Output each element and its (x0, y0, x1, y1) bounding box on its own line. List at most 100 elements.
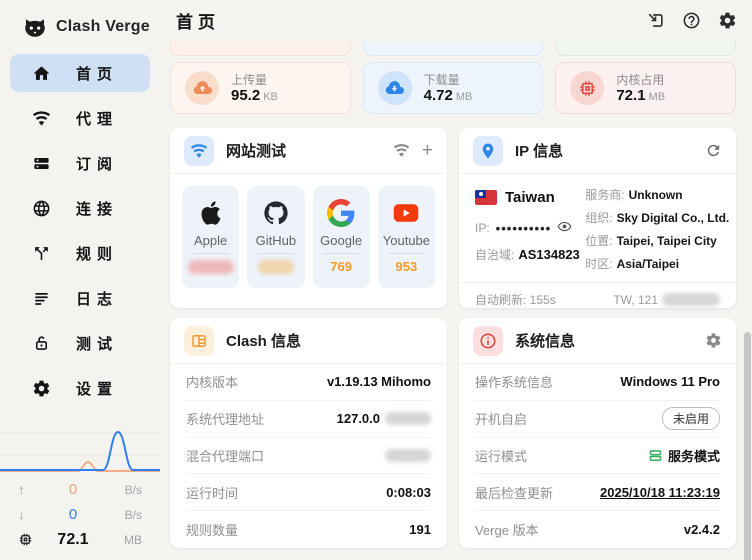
redacted-coords (662, 293, 720, 306)
sidebar-item-settings[interactable]: 设置 (10, 369, 150, 407)
clash-info-rows: 内核版本 v1.19.13 Mihomo 系统代理地址 127.0.0 混合代理… (170, 364, 447, 547)
service-mode-icon (648, 448, 663, 463)
ip-detail-org: 组织:Sky Digital Co., Ltd. (585, 209, 720, 228)
card-title: 系统信息 (515, 330, 575, 351)
cloud-upload-icon (185, 71, 219, 105)
redacted-latency (258, 260, 294, 274)
wifi-test-icon (184, 136, 214, 166)
sidebar: Clash Verge 首页 代理 订阅 连接 规则 (0, 0, 160, 560)
sidebar-item-label: 设置 (76, 378, 118, 399)
upload-total-card: 上传量 95.2KB (170, 62, 351, 114)
ip-info-body: Taiwan IP: •••••••••• 自治域:AS134823 (459, 174, 736, 280)
sidebar-item-test[interactable]: 测试 (10, 324, 150, 362)
github-icon (262, 198, 290, 228)
page-title: 首页 (176, 8, 220, 33)
site-tile-github[interactable]: GitHub (247, 186, 304, 288)
peek-row (170, 42, 736, 56)
autostart-status-badge[interactable]: 未启用 (662, 407, 720, 430)
help-icon[interactable] (678, 7, 704, 33)
memory-usage-unit: MB (112, 533, 142, 547)
ip-info-card: IP 信息 Taiwan (459, 128, 736, 308)
refresh-icon[interactable] (705, 142, 722, 159)
ip-detail-timezone: 时区:Asia/Taipei (585, 255, 720, 274)
stat-value: 4.72 (424, 87, 453, 104)
stat-value: 72.1 (616, 87, 645, 104)
info-row-rule-count: 规则数量 191 (186, 510, 431, 547)
redacted-latency (188, 260, 234, 274)
stat-card-row: 上传量 95.2KB 下载量 4.72MB (170, 62, 736, 114)
upload-speed-row: ↑ 0 B/s (18, 477, 142, 502)
ip-detail-isp: 服务商:Unknown (585, 186, 720, 205)
sidebar-traffic-panel: ↑ 0 B/s ↓ 0 B/s 72.1 MB (0, 419, 160, 560)
sidebar-nav: 首页 代理 订阅 连接 规则 日志 (0, 50, 160, 407)
download-speed-value: 0 (34, 506, 112, 523)
site-tiles: Apple GitHub (170, 174, 447, 300)
info-row-uptime: 运行时间 0:08:03 (186, 473, 431, 510)
info-row-run-mode: 运行模式 服务模式 (475, 437, 720, 474)
card-title: Clash 信息 (226, 330, 301, 351)
peek-card (363, 42, 544, 56)
test-all-icon[interactable] (393, 142, 410, 159)
sidebar-item-rules[interactable]: 规则 (10, 234, 150, 272)
gear-icon (31, 378, 51, 398)
server-stack-icon (31, 153, 51, 173)
kernel-memory-card: 内核占用 72.1MB (555, 62, 736, 114)
ip-info-footer: 自动刷新: 155s TW, 121 (459, 282, 736, 316)
clash-core-icon (184, 326, 214, 356)
memory-chip-icon (18, 532, 34, 547)
home-icon (31, 63, 51, 83)
settings-gear-icon[interactable] (714, 7, 740, 33)
lightweight-mode-icon[interactable] (642, 7, 668, 33)
arrow-down-icon: ↓ (18, 507, 34, 522)
sidebar-item-connections[interactable]: 连接 (10, 189, 150, 227)
info-row-proxy-address[interactable]: 系统代理地址 127.0.0 (186, 400, 431, 437)
scrollbar-thumb[interactable] (744, 332, 751, 560)
lock-open-icon (31, 333, 51, 353)
upload-speed-unit: B/s (112, 483, 142, 497)
youtube-icon (392, 198, 420, 228)
download-total-card: 下载量 4.72MB (363, 62, 544, 114)
site-name: Youtube (383, 233, 430, 248)
add-site-icon[interactable]: + (422, 141, 433, 160)
last-check-update-link[interactable]: 2025/10/18 11:23:19 (600, 485, 720, 500)
sidebar-item-label: 日志 (76, 288, 118, 309)
sidebar-item-logs[interactable]: 日志 (10, 279, 150, 317)
download-sparkline-path (0, 432, 160, 470)
site-tile-youtube[interactable]: Youtube 953 (378, 186, 435, 288)
cpu-chip-icon (570, 71, 604, 105)
website-test-card: 网站测试 + Apple (170, 128, 447, 308)
info-row-core-version: 内核版本 v1.19.13 Mihomo (186, 364, 431, 400)
cat-logo-icon (22, 14, 48, 40)
info-row-mixed-port[interactable]: 混合代理端口 (186, 437, 431, 474)
taiwan-flag-icon (475, 190, 497, 205)
site-latency: 953 (396, 259, 418, 274)
stat-label: 上传量 (231, 71, 278, 88)
sidebar-item-label: 测试 (76, 333, 118, 354)
system-settings-gear-icon[interactable] (705, 332, 722, 349)
sidebar-item-label: 订阅 (76, 153, 118, 174)
app-logo: Clash Verge (0, 0, 160, 50)
asn-label: 自治域: (475, 248, 514, 262)
topbar: 首页 (160, 0, 752, 40)
site-name: GitHub (256, 233, 296, 248)
traffic-sparkline (0, 419, 160, 475)
stat-label: 内核占用 (616, 71, 665, 88)
wifi-icon (31, 108, 51, 128)
eye-icon[interactable] (557, 219, 572, 237)
info-circle-icon (473, 326, 503, 356)
arrow-up-icon: ↑ (18, 482, 34, 497)
site-tile-google[interactable]: Google 769 (313, 186, 370, 288)
memory-usage-value: 72.1 (34, 531, 112, 549)
sidebar-item-proxy[interactable]: 代理 (10, 99, 150, 137)
card-title: IP 信息 (515, 140, 563, 161)
sidebar-item-home[interactable]: 首页 (10, 54, 150, 92)
app-window: Clash Verge 首页 代理 订阅 连接 规则 (0, 0, 752, 560)
info-row-last-update-check: 最后检查更新 2025/10/18 11:23:19 (475, 473, 720, 510)
card-title: 网站测试 (226, 140, 286, 161)
country-name: Taiwan (505, 189, 555, 206)
memory-usage-row[interactable]: 72.1 MB (18, 527, 142, 552)
sidebar-item-profiles[interactable]: 订阅 (10, 144, 150, 182)
site-tile-apple[interactable]: Apple (182, 186, 239, 288)
info-row-autostart: 开机自启 未启用 (475, 400, 720, 437)
system-info-card: 系统信息 操作系统信息 Windows 11 Pro 开机自启 (459, 318, 736, 548)
